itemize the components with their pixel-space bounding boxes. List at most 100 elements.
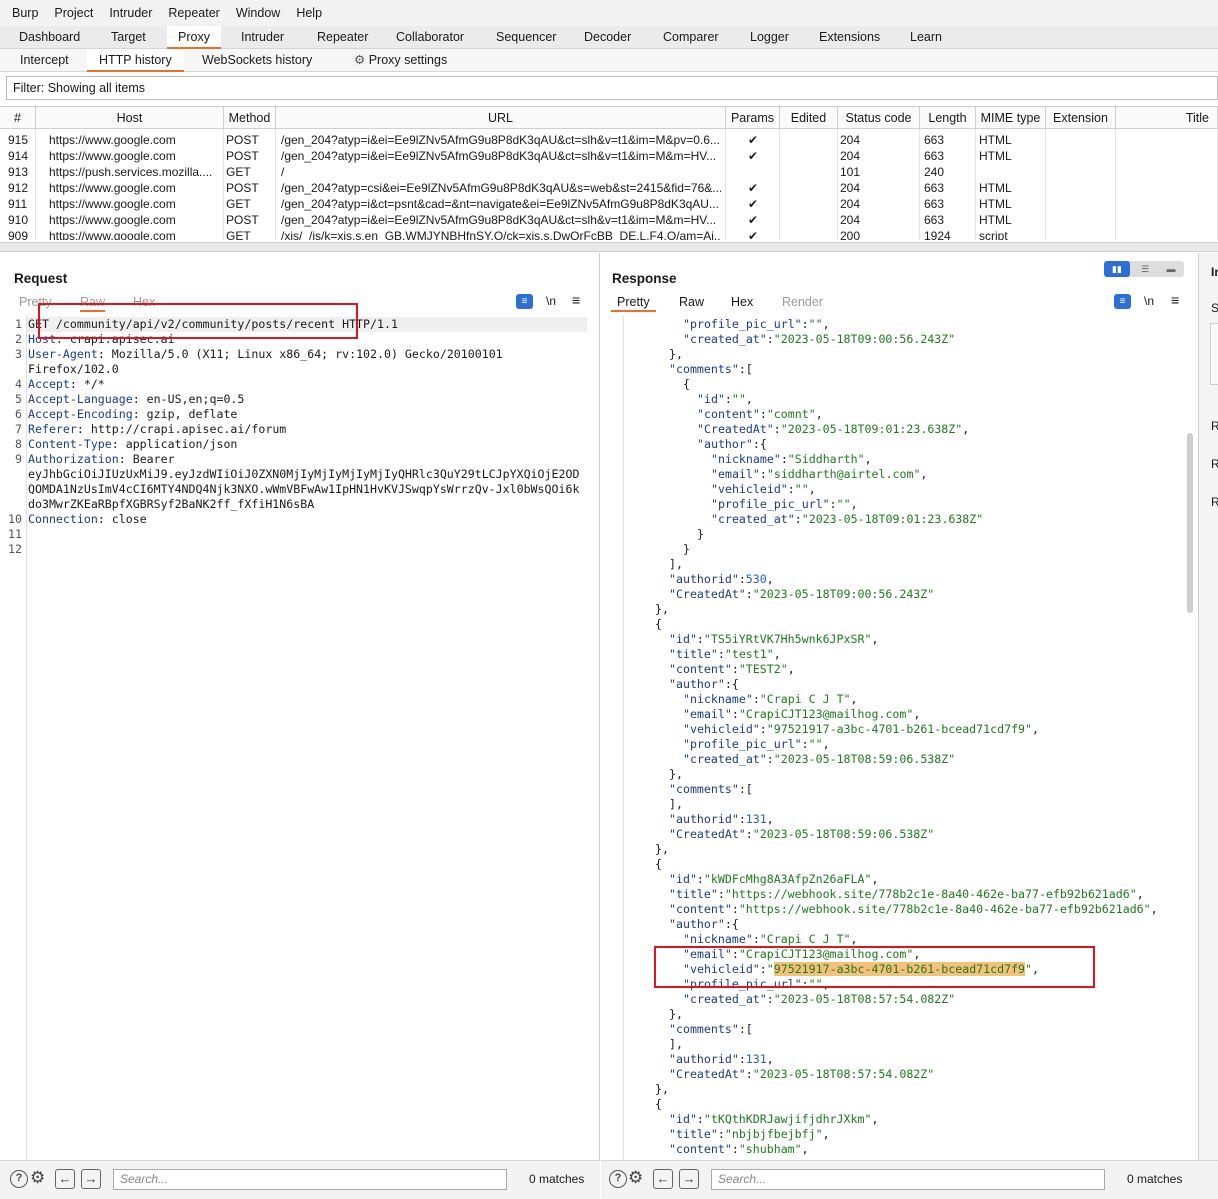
response-line: "title":"nbjbjfbejbfj",: [669, 1127, 830, 1141]
table-cell: 204: [840, 213, 861, 227]
response-line: "comments":[: [669, 1022, 753, 1036]
response-search-bar: ? ⚙ ← → Search... 0 matches: [601, 1160, 1198, 1199]
menu-intruder[interactable]: Intruder: [101, 6, 160, 20]
table-cell: https://www.google.com: [49, 213, 176, 227]
response-line: "content":"https://webhook.site/778b2c1e…: [669, 902, 1158, 916]
tab-repeater[interactable]: Repeater: [306, 26, 379, 49]
table-cell: 204: [840, 181, 861, 195]
response-line: {: [655, 617, 662, 631]
tab-intruder[interactable]: Intruder: [230, 26, 295, 49]
tab-learn[interactable]: Learn: [899, 26, 953, 49]
column-header-length[interactable]: Length: [920, 107, 976, 129]
response-line: "profile_pic_url":"",: [683, 317, 830, 331]
inspector-strip[interactable]: In Se R R R: [1198, 253, 1218, 1160]
wrap-lines-icon[interactable]: ≡: [516, 294, 533, 309]
proxy-tab-proxy-settings[interactable]: ⚙ Proxy settings: [342, 49, 459, 72]
tab-comparer[interactable]: Comparer: [652, 26, 730, 49]
line-number: 11: [8, 527, 22, 541]
annotation-box-response: [654, 946, 1095, 988]
table-row[interactable]: 913 https://push.services.mozilla.... GET /…: [0, 164, 1218, 180]
menu-window[interactable]: Window: [228, 6, 288, 20]
response-editor[interactable]: "profile_pic_url":"", "created_at":"2023-…: [601, 317, 1191, 1160]
response-search-input[interactable]: Search...: [711, 1169, 1105, 1190]
table-row[interactable]: 910 https://www.google.com POST/gen_204?at…: [0, 212, 1218, 228]
gear-icon[interactable]: ⚙: [30, 1168, 45, 1188]
response-line: "profile_pic_url":"",: [683, 737, 830, 751]
response-tab-pretty[interactable]: Pretty: [611, 292, 656, 312]
response-tab-raw[interactable]: Raw: [679, 292, 704, 312]
forward-icon[interactable]: →: [679, 1169, 699, 1189]
tab-logger[interactable]: Logger: [739, 26, 800, 49]
table-cell: HTML: [979, 133, 1012, 147]
table-cell: 204: [840, 149, 861, 163]
table-cell: https://www.google.com: [49, 181, 176, 195]
newline-toggle[interactable]: \n: [546, 294, 556, 308]
response-tab-hex[interactable]: Hex: [731, 292, 753, 312]
column-header-status-code[interactable]: Status code: [838, 107, 920, 129]
response-line: "content":"TEST2",: [669, 662, 795, 676]
tab-sequencer[interactable]: Sequencer: [485, 26, 567, 49]
tab-extensions[interactable]: Extensions: [808, 26, 891, 49]
column-header-params[interactable]: Params: [726, 107, 780, 129]
response-line: "authorid":131,: [669, 1052, 774, 1066]
table-row[interactable]: 914 https://www.google.com POST/gen_204?at…: [0, 148, 1218, 164]
request-line: Content-Type: application/json: [28, 437, 238, 451]
response-line: "authorid":131,: [669, 812, 774, 826]
tab-decoder[interactable]: Decoder: [573, 26, 642, 49]
response-line: "nickname":"Crapi C J T",: [683, 692, 858, 706]
menu-help[interactable]: Help: [288, 6, 330, 20]
table-row[interactable]: 912 https://www.google.com POST/gen_204?at…: [0, 180, 1218, 196]
back-icon[interactable]: ←: [653, 1169, 673, 1189]
response-line: ],: [669, 797, 683, 811]
wrap-lines-icon[interactable]: ≡: [1114, 294, 1131, 309]
proxy-tab-intercept[interactable]: Intercept: [8, 49, 81, 72]
menu-project[interactable]: Project: [46, 6, 101, 20]
response-line: "vehicleid":"",: [711, 482, 816, 496]
column-header-mime-type[interactable]: MIME type: [976, 107, 1046, 129]
table-cell: 915: [8, 133, 29, 147]
tab-collaborator[interactable]: Collaborator: [385, 26, 475, 49]
response-line: "comments":[: [669, 782, 753, 796]
column-header-title[interactable]: Title: [1116, 107, 1218, 129]
proxy-tab-websockets-history[interactable]: WebSockets history: [190, 49, 324, 72]
request-search-input[interactable]: Search...: [113, 1169, 507, 1190]
pane-splitter[interactable]: [0, 242, 1218, 252]
column-header-host[interactable]: Host: [36, 107, 224, 129]
newline-toggle[interactable]: \n: [1144, 294, 1154, 308]
menu-icon[interactable]: ≡: [1171, 292, 1179, 308]
layout-toggle[interactable]: ▮▮ ☰ ▬: [1104, 261, 1184, 277]
table-cell: 909: [8, 229, 29, 240]
table-cell: https://www.google.com: [49, 133, 176, 147]
table-cell: /gen_204?atyp=i&ei=Ee9lZNv5AfmG9u8P8dK3q…: [281, 149, 717, 163]
column-header-edited[interactable]: Edited: [780, 107, 838, 129]
table-row[interactable]: 911 https://www.google.com GET/gen_204?aty…: [0, 196, 1218, 212]
menu-repeater[interactable]: Repeater: [160, 6, 227, 20]
forward-icon[interactable]: →: [81, 1169, 101, 1189]
response-line: "nickname":"Siddharth",: [711, 452, 872, 466]
help-icon[interactable]: ?: [609, 1170, 627, 1188]
gear-icon[interactable]: ⚙: [628, 1168, 643, 1188]
menu-burp[interactable]: Burp: [4, 6, 46, 20]
response-line: "CreatedAt":"2023-05-18T08:57:54.082Z": [669, 1067, 935, 1081]
column-header-url[interactable]: URL: [276, 107, 726, 129]
response-pane: Response ▮▮ ☰ ▬ Pretty Raw Hex Render ≡ …: [601, 253, 1197, 1199]
column-header-[interactable]: #: [0, 107, 36, 129]
column-header-extension[interactable]: Extension: [1046, 107, 1116, 129]
table-row[interactable]: 909 https://www.google.com GET/xjs/_/js/k=…: [0, 228, 1218, 240]
response-tab-render[interactable]: Render: [782, 292, 823, 312]
line-number: 8: [15, 437, 22, 451]
response-line: "created_at":"2023-05-18T08:59:06.538Z": [683, 752, 956, 766]
response-line: "CreatedAt":"2023-05-18T09:00:56.243Z": [669, 587, 935, 601]
table-cell: GET: [226, 229, 251, 240]
help-icon[interactable]: ?: [10, 1170, 28, 1188]
column-header-method[interactable]: Method: [224, 107, 276, 129]
table-cell: /: [281, 165, 285, 179]
menu-icon[interactable]: ≡: [572, 292, 580, 308]
tab-dashboard[interactable]: Dashboard: [8, 26, 91, 49]
tab-target[interactable]: Target: [100, 26, 157, 49]
table-row[interactable]: 915 https://www.google.com POST/gen_204?at…: [0, 132, 1218, 148]
tab-proxy[interactable]: Proxy: [167, 26, 221, 49]
back-icon[interactable]: ←: [55, 1169, 75, 1189]
proxy-tab-http-history[interactable]: HTTP history: [87, 49, 184, 72]
filter-bar[interactable]: Filter: Showing all items: [6, 76, 1218, 100]
